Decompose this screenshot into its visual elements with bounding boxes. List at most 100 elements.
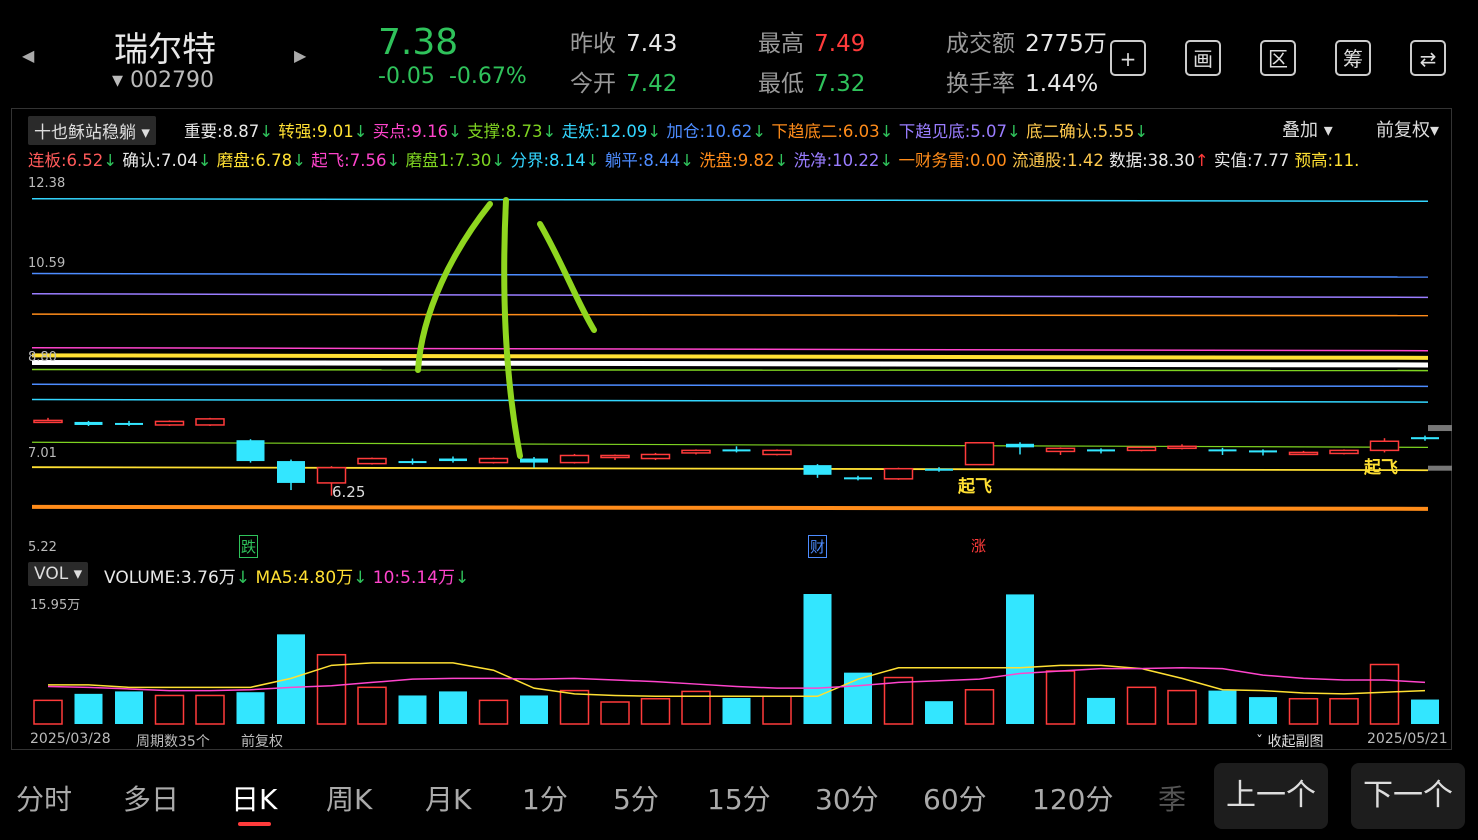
candle-body bbox=[559, 454, 590, 464]
quote-value: 1.44% bbox=[1025, 71, 1099, 97]
active-tab-indicator bbox=[238, 822, 271, 826]
volume-bar bbox=[1288, 697, 1319, 725]
volume-bar bbox=[478, 699, 509, 725]
indicator-line bbox=[31, 197, 1429, 203]
tab-15min[interactable]: 15分 bbox=[707, 778, 771, 818]
up-arrow-icon: ↑ bbox=[1194, 151, 1209, 170]
candle-body bbox=[316, 466, 347, 484]
device-switch-icon[interactable]: ⇄ bbox=[1410, 40, 1446, 76]
volume-bar bbox=[1369, 663, 1400, 725]
volume-bar bbox=[964, 689, 995, 725]
volume-bar bbox=[439, 691, 467, 724]
indicator-value: 走妖:12.09 bbox=[561, 122, 648, 141]
candle-body bbox=[1288, 451, 1319, 456]
chip-icon[interactable]: 筹 bbox=[1335, 40, 1371, 76]
tab-30min[interactable]: 30分 bbox=[815, 778, 879, 818]
down-arrow-icon: ↓ bbox=[197, 151, 212, 170]
adjust-dropdown[interactable]: 前复权▾ bbox=[1376, 116, 1439, 142]
rise-marker[interactable]: 涨 bbox=[970, 535, 987, 556]
indicator-value: 支撑:8.73 bbox=[467, 122, 543, 141]
quote-label: 成交额 bbox=[946, 31, 1015, 57]
indicator-selector[interactable]: 十也稣站稳躺 ▾ bbox=[28, 116, 156, 145]
indicator-line bbox=[31, 383, 1429, 388]
price-change-pct: -0.67% bbox=[448, 64, 527, 89]
indicator-line bbox=[31, 272, 1429, 278]
draw-icon[interactable]: 画 bbox=[1185, 40, 1221, 76]
indicator-value: 躺平:8.44 bbox=[604, 151, 681, 170]
quote-open: 今开 7.42 bbox=[570, 64, 677, 98]
tab-multiday[interactable]: 多日 bbox=[123, 778, 179, 818]
tab-daily-k[interactable]: 日K bbox=[231, 778, 277, 818]
quote-turnover-rate: 换手率 1.44% bbox=[946, 64, 1098, 98]
volume-chart[interactable] bbox=[12, 590, 1452, 730]
down-arrow-icon: ↓ bbox=[1007, 122, 1021, 141]
tab-5min[interactable]: 5分 bbox=[613, 778, 659, 818]
prev-stock-button[interactable]: 上一个 bbox=[1214, 763, 1328, 829]
volume-bar bbox=[1006, 594, 1034, 724]
indicator-line bbox=[31, 368, 1429, 372]
candle-body bbox=[195, 418, 225, 426]
indicator-values-row2: 连板:6.52↓ 确认:7.04↓ 磨盘:6.78↓ 起飞:7.56↓ 磨盘1:… bbox=[28, 147, 1450, 171]
next-stock-button[interactable]: 下一个 bbox=[1351, 763, 1465, 829]
indicator-value: 转强:9.01 bbox=[278, 122, 354, 141]
candle-body bbox=[1208, 449, 1237, 452]
candle-body bbox=[33, 419, 63, 424]
candle-body bbox=[439, 458, 467, 462]
indicator-value: 下趋底二:6.03 bbox=[771, 122, 880, 141]
next-stock-arrow-icon[interactable]: ▶ bbox=[294, 46, 306, 65]
indicator-line bbox=[31, 353, 1429, 360]
finance-marker[interactable]: 财 bbox=[808, 535, 828, 558]
tab-1min[interactable]: 1分 bbox=[522, 778, 568, 818]
overlay-dropdown[interactable]: 叠加 ▾ bbox=[1282, 116, 1333, 142]
add-icon[interactable]: + bbox=[1110, 40, 1146, 76]
candle-body bbox=[844, 477, 872, 480]
candle-body bbox=[1369, 440, 1400, 452]
down-arrow-icon: ↓ bbox=[353, 122, 368, 141]
takeoff-signal-label: 起飞 bbox=[958, 477, 992, 497]
volume-bar bbox=[803, 594, 832, 724]
quote-prev-close: 昨收 7.43 bbox=[570, 24, 677, 58]
fall-marker[interactable]: 跌 bbox=[239, 535, 259, 558]
volume-ma10: 10:5.14万 bbox=[372, 568, 456, 588]
hand-drawn-arrow-icon bbox=[501, 197, 523, 459]
price-axis-3: 8.80 bbox=[28, 350, 57, 365]
collapse-subchart-button[interactable]: ˇ 收起副图 bbox=[1256, 731, 1323, 751]
volume-bar bbox=[236, 692, 265, 724]
volume-bar bbox=[115, 691, 143, 724]
indicator-values-row1: 重要:8.87↓ 转强:9.01↓ 买点:9.16↓ 支撑:8.73↓ 走妖:1… bbox=[184, 118, 1244, 142]
tab-weekly-k[interactable]: 周K bbox=[326, 778, 372, 818]
tab-monthly-k[interactable]: 月K bbox=[425, 778, 471, 818]
tab-intraday[interactable]: 分时 bbox=[16, 778, 72, 818]
indicator-value: 一财务雷:0.00 bbox=[898, 151, 1007, 170]
volume-bar bbox=[1411, 699, 1439, 724]
price-axis-4: 7.01 bbox=[28, 446, 57, 461]
candle-body bbox=[1249, 450, 1277, 453]
volume-bar bbox=[1087, 697, 1115, 724]
volume-bar bbox=[559, 689, 590, 725]
quote-high: 最高 7.49 bbox=[758, 24, 865, 58]
indicator-value: 底二确认:5.55 bbox=[1026, 122, 1135, 141]
indicator-line bbox=[31, 313, 1429, 317]
right-edge-band bbox=[1428, 465, 1452, 471]
volume-selector[interactable]: VOL ▾ bbox=[28, 562, 89, 586]
candle-body bbox=[803, 465, 832, 475]
range-icon[interactable]: 区 bbox=[1260, 40, 1296, 76]
tab-quarterly[interactable]: 季 bbox=[1158, 778, 1186, 818]
stock-code[interactable]: ▾ 002790 bbox=[112, 68, 214, 93]
prev-stock-arrow-icon[interactable]: ◀ bbox=[22, 46, 34, 65]
volume-bar bbox=[762, 695, 792, 725]
tab-120min[interactable]: 120分 bbox=[1032, 778, 1113, 818]
candle-body bbox=[681, 449, 711, 454]
kline-chart[interactable] bbox=[12, 172, 1452, 556]
volume-bar bbox=[722, 697, 751, 724]
takeoff-signal-label: 起飞 bbox=[1364, 458, 1398, 478]
down-arrow-icon: ↓ bbox=[259, 122, 274, 141]
candle-body bbox=[600, 454, 630, 459]
tab-60min[interactable]: 60分 bbox=[923, 778, 987, 818]
indicator-value: 磨盘:6.78 bbox=[216, 151, 293, 170]
candle-body bbox=[1329, 449, 1359, 455]
hand-drawn-arrow-icon bbox=[415, 201, 493, 373]
quote-turnover: 成交额 2775万 bbox=[946, 24, 1107, 58]
indicator-value: 确认:7.04 bbox=[122, 151, 198, 170]
quote-label: 最高 bbox=[758, 31, 804, 57]
